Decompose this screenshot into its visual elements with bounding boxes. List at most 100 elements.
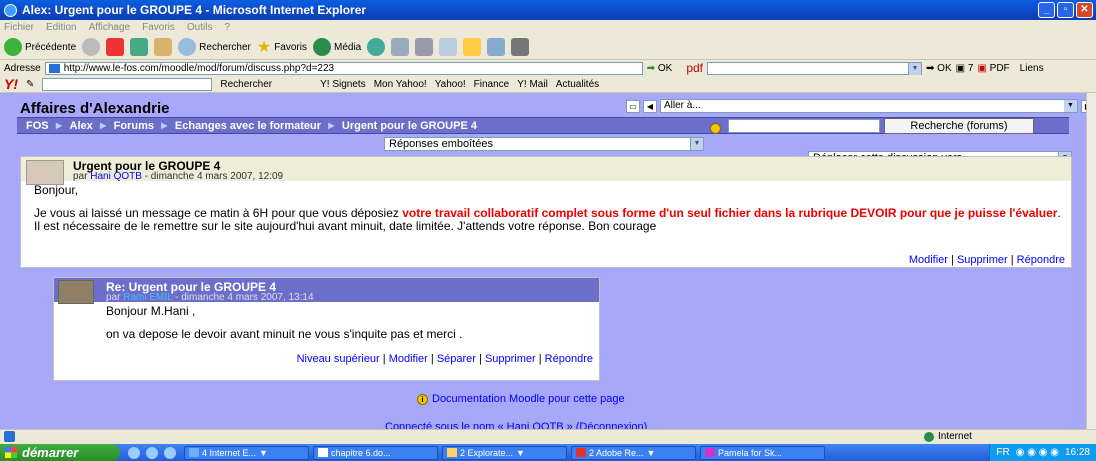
menu-edition[interactable]: Edition [46,22,77,33]
yahoo-finance[interactable]: Finance [474,79,510,90]
post-greeting: Bonjour, [34,183,79,197]
links-label[interactable]: Liens [1020,63,1044,74]
site-title: Affaires d'Alexandrie [20,100,170,117]
security-zone: Internet [924,431,972,442]
history-icon[interactable] [367,38,386,56]
yahoo-search-input[interactable] [42,77,213,91]
post-author-line: par Hani QOTB - dimanche 4 mars 2007, 12… [73,171,284,182]
media-button[interactable]: Média [313,38,361,56]
ie-page-icon [4,431,15,442]
post-commands: Modifier | Supprimer | Répondre [908,254,1065,266]
yahoo-search-button[interactable]: Rechercher [220,79,272,90]
vertical-scrollbar[interactable] [1086,93,1096,429]
menu-bar: Fichier Edition Affichage Favoris Outils… [0,20,1096,35]
yahoo-mon-yahoo[interactable]: Mon Yahoo! [374,79,427,90]
forum-search-input[interactable] [728,119,880,133]
breadcrumb-current: Urgent pour le GROUPE 4 [341,119,477,132]
back-button[interactable]: Précédente [4,38,76,56]
moodle-docs-link[interactable]: i Documentation Moodle pour cette page [417,393,625,405]
search-button[interactable]: Rechercher [178,38,251,56]
menu-help[interactable]: ? [224,22,230,33]
print-icon[interactable] [415,38,434,56]
quicklaunch-ie-icon[interactable] [128,446,140,459]
close-button[interactable]: ✕ [1076,2,1093,18]
help-icon[interactable] [710,123,721,134]
delete-link[interactable]: Supprimer [957,254,1008,266]
login-info[interactable]: Connecté sous le nom « Hani QOTB » (Déco… [385,421,647,429]
status-bar: Internet [0,429,1096,444]
pdf-button[interactable]: ▣ PDF [977,63,1009,74]
pencil-icon[interactable]: ✎ [26,79,34,90]
ok-button[interactable]: ➡ OK [926,63,952,74]
research-icon[interactable] [511,38,530,56]
breadcrumb-echanges[interactable]: Echanges avec le formateur [175,120,321,132]
taskbar: démarrer 4 Internet E... ▼ chapitre 6.do… [0,444,1096,461]
task-pamela[interactable]: Pamela for Sk... [700,445,825,460]
breadcrumb-fos[interactable]: FOS [26,120,49,132]
quicklaunch-app-icon[interactable] [146,446,158,459]
messenger-icon[interactable] [487,38,506,56]
edit-icon[interactable] [439,38,458,56]
prev-activity-button[interactable]: ◀ [643,99,657,113]
yahoo-yahoo[interactable]: Yahoo! [435,79,466,90]
minimize-button[interactable]: _ [1038,2,1055,18]
stop-icon[interactable] [106,38,125,56]
forum-reply-post: Re: Urgent pour le GROUPE 4 par Rami EMI… [53,277,600,381]
menu-outils[interactable]: Outils [187,22,213,33]
back-arrow-icon [4,38,22,56]
yahoo-signets[interactable]: Y! Signets [320,79,366,90]
yahoo-toolbar: Y! ✎ Rechercher Y! Signets Mon Yahoo! Ya… [0,76,1096,93]
go-button[interactable]: ➡ OK [647,63,673,74]
magnifier-icon [178,38,197,56]
clock: 16:28 [1064,447,1090,458]
menu-affichage[interactable]: Affichage [89,22,131,33]
breadcrumb-forums[interactable]: Forums [114,120,154,132]
jump-select[interactable]: Aller à... ▼ [660,99,1078,113]
folder-icon[interactable] [463,38,482,56]
task-internet-explorer[interactable]: 4 Internet E... ▼ [184,445,309,460]
avatar[interactable] [26,160,64,185]
yahoo-actualites[interactable]: Actualités [556,79,599,90]
forum-post: Urgent pour le GROUPE 4 par Hani QOTB - … [20,156,1072,268]
window-titlebar: Alex: Urgent pour le GROUPE 4 - Microsof… [0,0,1096,20]
quicklaunch-media-icon[interactable] [164,446,176,459]
task-word-doc[interactable]: chapitre 6.do... [313,445,438,460]
tray-icons[interactable]: ◉ ◉ ◉ ◉ [1016,447,1059,458]
forum-search-button[interactable]: Recherche (forums) [884,118,1034,134]
page-content: Affaires d'Alexandrie ▭ ◀ Aller à...▼ ▶ … [0,93,1086,429]
refresh-icon[interactable] [130,38,149,56]
home-icon[interactable] [154,38,173,56]
media-icon [313,38,331,56]
delete-link[interactable]: Supprimer [485,353,536,365]
windows-logo-icon [5,447,17,458]
reply-link[interactable]: Répondre [545,353,593,365]
maximize-button[interactable]: ▫ [1057,2,1074,18]
forward-arrow-icon[interactable] [82,38,101,56]
display-mode-select[interactable]: Réponses emboîtées ▼ [384,137,704,151]
author-link[interactable]: Rami EMIL [123,292,172,303]
menu-fichier[interactable]: Fichier [4,22,34,33]
task-explorer[interactable]: 2 Explorate... ▼ [442,445,567,460]
author-link[interactable]: Hani QOTB [90,171,142,182]
mail-icon[interactable] [391,38,410,56]
yahoo-logo[interactable]: Y! [4,76,18,92]
post-body: on va depose le devoir avant minuit ne v… [106,327,463,341]
edit-link[interactable]: Modifier [389,353,428,365]
jump-icon[interactable]: ▭ [626,99,640,113]
reply-link[interactable]: Répondre [1017,254,1065,266]
avatar[interactable] [58,280,94,304]
language-indicator[interactable]: FR [996,447,1009,458]
menu-favoris[interactable]: Favoris [142,22,175,33]
parent-link[interactable]: Niveau supérieur [297,353,380,365]
start-button[interactable]: démarrer [0,444,120,461]
address-input[interactable]: http://www.le-fos.com/moodle/mod/forum/d… [44,61,643,75]
task-adobe-reader[interactable]: 2 Adobe Re... ▼ [571,445,696,460]
yahoo-mail[interactable]: Y! Mail [517,79,548,90]
favorites-button[interactable]: ★ Favoris [257,37,307,57]
split-link[interactable]: Séparer [437,353,476,365]
info-icon: i [417,393,428,405]
breadcrumb-alex[interactable]: Alex [70,120,93,132]
edit-link[interactable]: Modifier [909,254,948,266]
post-commands: Niveau supérieur | Modifier | Séparer | … [296,353,593,365]
pdf-search-input[interactable]: ▼ [707,61,922,75]
